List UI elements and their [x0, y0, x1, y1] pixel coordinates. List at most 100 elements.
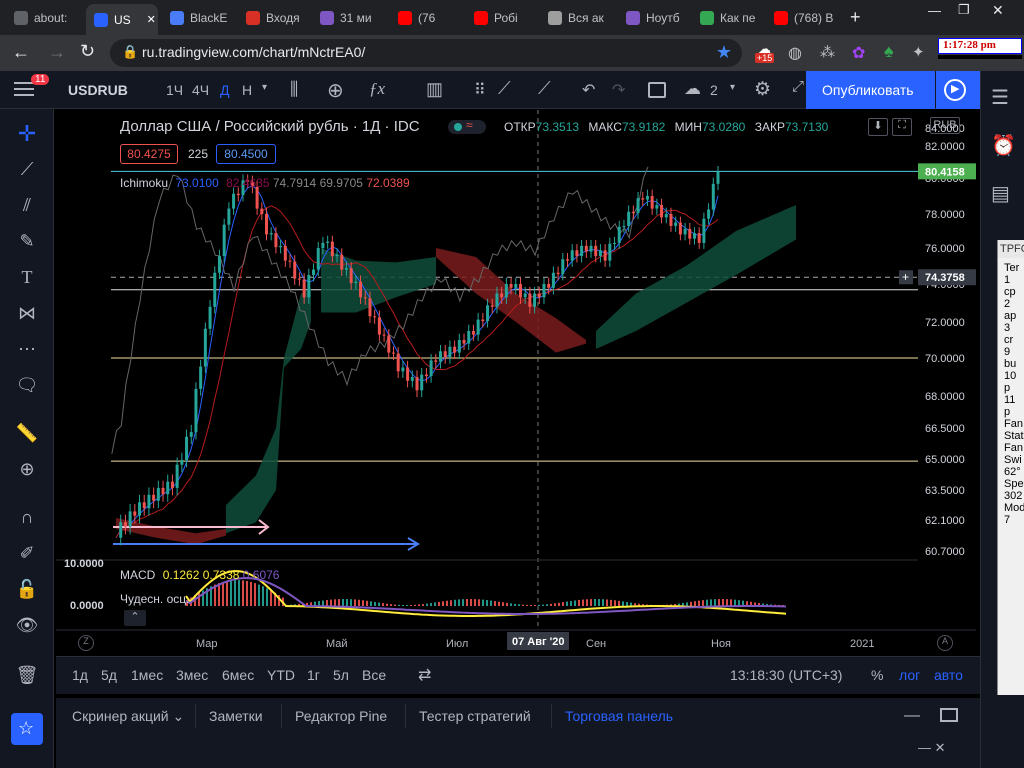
url-field[interactable]: 🔒 ru.tradingview.com/chart/mNctrEA0/ ★ [110, 39, 742, 67]
range-button[interactable]: 5л [333, 667, 349, 683]
evernote-extension-icon[interactable]: ♠ [884, 41, 894, 62]
lock-drawings-pencil-icon[interactable]: ✐ [14, 543, 40, 565]
ao-legend[interactable]: Чудесн. осц. [120, 592, 189, 606]
auto-scale-a-icon[interactable]: A [937, 635, 953, 651]
favorites-star-button[interactable]: ☆ [11, 713, 43, 745]
magnet-icon[interactable]: ∩ [14, 507, 40, 529]
range-button[interactable]: 1мес [131, 667, 163, 683]
trendline-icon[interactable]: ⟋ [14, 159, 40, 181]
browser-tab[interactable]: Как пе [692, 6, 762, 30]
blackberry-extension-icon[interactable]: ⁂ [820, 43, 835, 61]
panel-tab[interactable]: Тестер стратегий [419, 708, 531, 724]
browser-tab[interactable]: Ноутб [618, 6, 688, 30]
browser-tab[interactable]: Робі [466, 6, 536, 30]
timezone-z-icon[interactable]: Z [78, 635, 94, 651]
lock-icon[interactable]: 🔓 [14, 579, 40, 601]
compare-plus-icon[interactable]: ⊕ [327, 78, 344, 103]
interval-1w[interactable]: Н [242, 82, 252, 98]
crosshair-tool-icon[interactable]: ✛ [14, 121, 40, 146]
candle-style-icon[interactable]: ⫼ [290, 79, 298, 100]
pattern-tool-icon[interactable]: ⋈ [14, 303, 40, 325]
main-menu-icon[interactable] [14, 82, 34, 98]
layout-cloud-icon[interactable]: ☁ [684, 79, 701, 99]
alerts-clock-icon[interactable]: ⏰ [991, 133, 1016, 158]
range-button[interactable]: 6мес [222, 667, 254, 683]
ichimoku-legend[interactable]: Ichimoku 73.0100 82.4635 74.7914 69.9705… [120, 176, 410, 190]
browser-tab[interactable]: BlackE [162, 6, 234, 30]
extensions-icon[interactable]: ✦ [912, 43, 925, 61]
panel-tab[interactable]: Заметки [209, 708, 263, 724]
layout-count[interactable]: 2 [710, 82, 718, 98]
interval-4h[interactable]: 4Ч [192, 82, 209, 98]
panel-minimize-icon[interactable]: — [904, 707, 920, 725]
trendline-tool-icon[interactable]: ⟋ [498, 78, 511, 99]
browser-tab[interactable]: (76 [390, 6, 462, 30]
browser-tab[interactable]: (768) В [766, 6, 840, 30]
maximize-pane-icon[interactable]: ⛶ [892, 118, 912, 136]
fib-tool-icon[interactable]: ⫽ [14, 195, 40, 217]
browser-tab[interactable]: 31 ми [312, 6, 386, 30]
symbol-search[interactable]: USDRUB [68, 82, 128, 98]
macd-legend[interactable]: MACD 0.1262 0.7338 0.6076 [120, 568, 279, 582]
bookmark-star-icon[interactable]: ★ [716, 42, 732, 63]
forecast-tool-icon[interactable]: ⋯ [14, 339, 40, 361]
templates-icon[interactable]: ▥ [426, 79, 443, 100]
drag-handle-icon[interactable]: ⠿ [474, 80, 486, 100]
market-status-pill[interactable]: ≈ [448, 118, 486, 134]
browser-tab[interactable]: Вся ак [540, 6, 614, 30]
publish-play-button[interactable]: ▶ [936, 71, 980, 109]
scroll-down-icon[interactable]: ⬇ [868, 118, 888, 136]
clock-time[interactable]: 13:18:30 (UTC+3) [730, 667, 842, 683]
chart-area[interactable]: 2.50000.0000 84.000082.000080.000078.000… [56, 110, 976, 655]
browser-tab[interactable]: about: [6, 6, 80, 30]
interval-1d[interactable]: Д [220, 82, 229, 98]
trash-icon[interactable]: 🗑 [14, 665, 40, 687]
globe-extension-icon[interactable]: ◍ [788, 43, 802, 63]
data-window-icon[interactable]: ▤ [991, 181, 1010, 206]
range-button[interactable]: 3мес [176, 667, 208, 683]
collapse-legend-icon[interactable]: ⌃ [124, 610, 146, 626]
comment-tool-icon[interactable]: 🗨 [14, 375, 40, 397]
back-icon[interactable]: ← [12, 42, 30, 63]
range-button[interactable]: Все [362, 667, 386, 683]
zoom-in-icon[interactable]: ⊕ [14, 459, 40, 481]
publish-button[interactable]: Опубликовать [806, 71, 935, 109]
range-button[interactable]: 1г [307, 667, 320, 683]
minimize-button[interactable]: — [928, 3, 941, 18]
layout-dropdown-icon[interactable]: ▾ [730, 82, 735, 93]
maximize-button[interactable]: ❐ [958, 2, 970, 18]
currency-label[interactable]: RUB [930, 117, 960, 134]
puzzle-extension-icon[interactable]: ✿ [852, 43, 865, 63]
settings-gear-icon[interactable]: ⚙ [754, 78, 771, 101]
panel-tab[interactable]: Скринер акций ⌄ [72, 708, 184, 725]
undo-icon[interactable]: ↶ [582, 80, 595, 100]
panel-close-icon[interactable]: — ✕ [918, 740, 946, 756]
range-button[interactable]: YTD [267, 667, 295, 683]
text-tool-icon[interactable]: T [14, 267, 40, 289]
tab-close-icon[interactable]: ✕ [147, 13, 156, 26]
watchlist-icon[interactable]: ☰ [991, 85, 1009, 110]
visibility-eye-icon[interactable]: 👁 [14, 615, 40, 637]
buy-button[interactable]: 80.4500 [216, 144, 276, 164]
log-toggle[interactable]: лог [899, 667, 920, 683]
date-range-icon[interactable]: ⇄ [418, 665, 431, 685]
interval-dropdown-icon[interactable]: ▾ [262, 82, 267, 93]
range-button[interactable]: 5д [101, 667, 117, 683]
brush-tool-icon[interactable]: ✎ [14, 231, 40, 253]
panel-tab[interactable]: Редактор Pine [295, 708, 387, 724]
range-button[interactable]: 1д [72, 667, 88, 683]
interval-1h[interactable]: 1Ч [166, 82, 183, 98]
auto-toggle[interactable]: авто [934, 667, 963, 683]
browser-tab[interactable]: US ✕ [86, 4, 158, 35]
panel-maximize-icon[interactable] [940, 708, 958, 722]
panel-tab[interactable]: Торговая панель [565, 708, 673, 724]
percent-toggle[interactable]: % [871, 667, 883, 683]
close-window-button[interactable]: ✕ [992, 2, 1004, 19]
redo-icon[interactable]: ↷ [612, 80, 625, 100]
weather-extension-icon[interactable]: ☁ +15 [755, 41, 779, 63]
new-tab-button[interactable]: + [850, 7, 861, 28]
ruler-tool-icon[interactable]: 📏 [14, 423, 40, 445]
indicators-icon[interactable]: ƒx [369, 79, 385, 99]
sell-button[interactable]: 80.4275 [120, 144, 178, 164]
browser-tab[interactable]: Входя [238, 6, 308, 30]
